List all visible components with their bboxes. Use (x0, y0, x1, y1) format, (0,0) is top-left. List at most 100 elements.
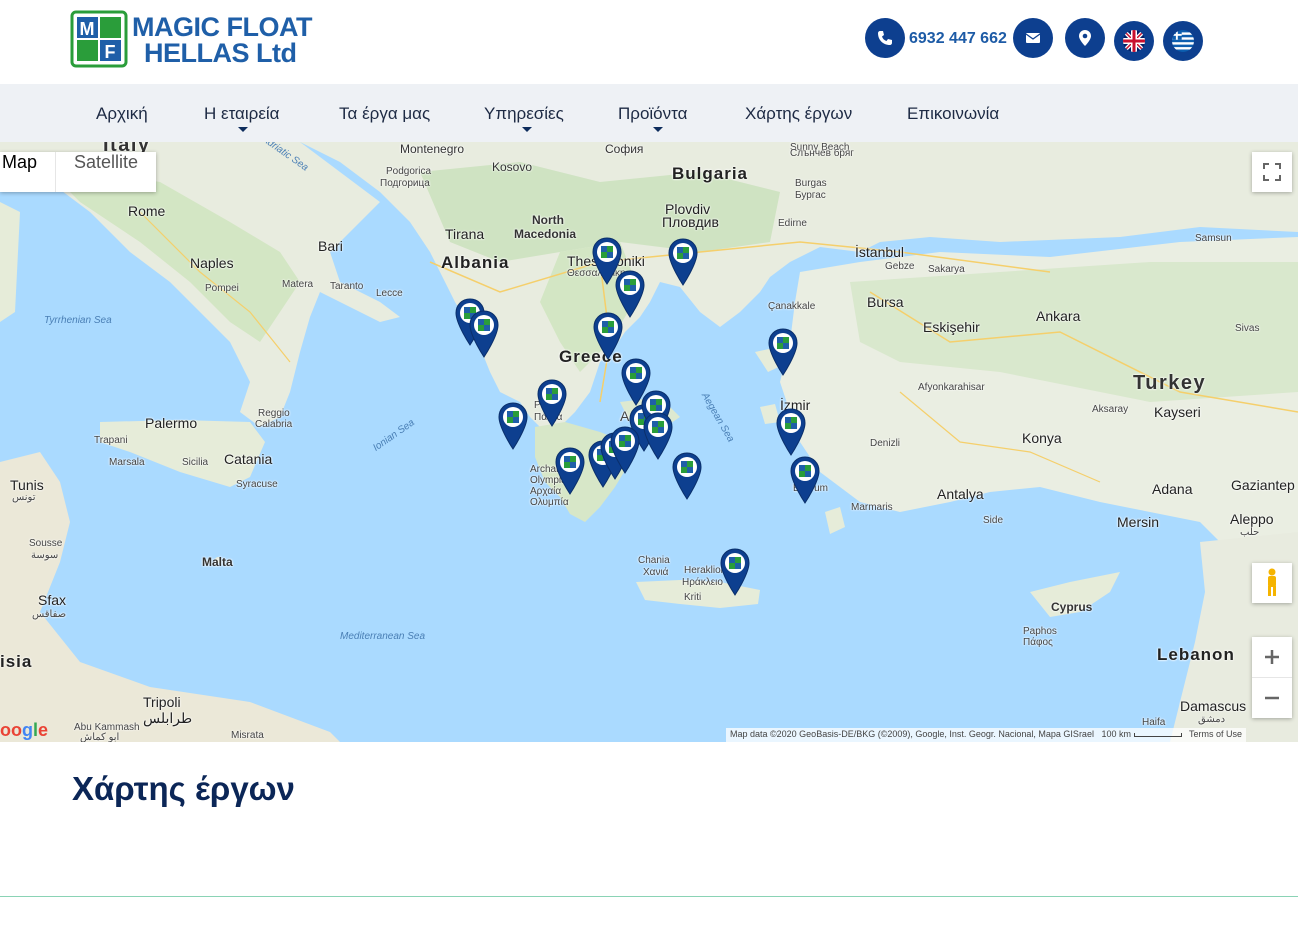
english-language-button[interactable] (1114, 21, 1154, 61)
map-label: Sousse (29, 538, 63, 549)
nav-item-projects[interactable]: Τα έργα μας (339, 104, 430, 124)
map-label: Слънчев бряг (790, 148, 854, 159)
chevron-down-icon (653, 127, 663, 132)
site-header: M F MAGIC FLOAT HELLAS Ltd 6932 447 662 (0, 0, 1298, 84)
minus-icon (1265, 696, 1279, 699)
map-label: Çanakkale (768, 301, 816, 312)
map-label: Bari (318, 238, 343, 254)
map-label: Подгорица (380, 178, 430, 189)
greek-language-button[interactable] (1163, 21, 1203, 61)
map-label: Bursa (867, 294, 904, 310)
map-label: Bulgaria (672, 164, 749, 183)
envelope-icon (1026, 33, 1040, 43)
map-marker-icon (615, 270, 645, 318)
map-type-satellite-button[interactable]: Satellite (55, 152, 156, 192)
map-type-map-button[interactable]: Map (0, 152, 55, 192)
map-label: Aksaray (1092, 404, 1129, 415)
map-label: Lebanon (1157, 645, 1235, 664)
map-type-control: Map Satellite (0, 152, 157, 192)
project-marker[interactable] (469, 310, 499, 358)
map-label: Edirne (778, 218, 807, 229)
nav-item-services[interactable]: Υπηρεσίες (484, 104, 564, 124)
map-label: Montenegro (400, 142, 465, 156)
project-marker[interactable] (668, 238, 698, 286)
project-marker[interactable] (643, 412, 673, 460)
map-label: صفاقس (32, 609, 67, 620)
map-label: София (605, 142, 644, 156)
company-logo[interactable]: M F MAGIC FLOAT HELLAS Ltd (70, 10, 312, 68)
map-label: Sfax (38, 592, 67, 608)
fullscreen-icon (1263, 163, 1281, 181)
zoom-out-button[interactable] (1252, 678, 1292, 718)
project-marker[interactable] (768, 328, 798, 376)
map-marker-icon (555, 447, 585, 495)
map-label: Macedonia (514, 227, 577, 241)
nav-item-products[interactable]: Προϊόντα (618, 104, 687, 124)
section-divider (0, 896, 1298, 897)
map-label: Tunis (10, 477, 44, 493)
map-label: Paphos (1023, 626, 1057, 637)
map-marker-icon (537, 379, 567, 427)
map-label: Denizli (870, 438, 901, 449)
map-label: Cyprus (1051, 600, 1093, 614)
map-label: Chania (638, 555, 670, 566)
project-marker[interactable] (672, 452, 702, 500)
map-label: Reggio (258, 408, 290, 419)
project-marker[interactable] (790, 456, 820, 504)
nav-item-contact[interactable]: Επικοινωνία (907, 104, 999, 124)
plus-icon (1265, 650, 1279, 664)
map-label: Catania (224, 451, 273, 467)
map-label: Malta (202, 555, 233, 569)
project-marker[interactable] (720, 548, 750, 596)
map-label: Konya (1022, 430, 1062, 446)
fullscreen-button[interactable] (1252, 152, 1292, 192)
project-marker[interactable] (776, 408, 806, 456)
nav-item-projects-map[interactable]: Χάρτης έργων (745, 104, 852, 124)
map-label: Ολυμπία (530, 497, 569, 508)
map-label: Mediterranean Sea (340, 631, 426, 642)
phone-button[interactable] (865, 18, 905, 58)
terms-link[interactable]: Terms of Use (1189, 729, 1242, 739)
map-label: Trapani (94, 435, 128, 446)
map-label: سوسة (31, 550, 59, 561)
project-marker[interactable] (610, 426, 640, 474)
map-label: Gebze (885, 261, 915, 272)
street-view-button[interactable] (1252, 563, 1292, 603)
map-label: حلب (1240, 527, 1260, 538)
map-label: Lecce (376, 288, 403, 299)
email-button[interactable] (1013, 18, 1053, 58)
map-label: ابو كماش (80, 732, 120, 742)
logo-mark-icon: M F (70, 10, 128, 68)
map-label: Side (983, 515, 1004, 526)
map-label: isia (0, 652, 33, 671)
map-label: Sivas (1235, 323, 1260, 334)
map-marker-icon (469, 310, 499, 358)
phone-number[interactable]: 6932 447 662 (909, 30, 1007, 48)
map-label: Taranto (330, 281, 364, 292)
map-label: A (620, 408, 630, 424)
main-navigation: Αρχική Η εταιρεία Τα έργα μας Υπηρεσίες … (0, 84, 1298, 142)
projects-map[interactable]: Italy Montenegro Kosovo София Bulgaria P… (0, 142, 1298, 742)
map-label: Eskişehir (923, 319, 980, 335)
project-marker[interactable] (615, 270, 645, 318)
project-marker[interactable] (537, 379, 567, 427)
zoom-in-button[interactable] (1252, 638, 1292, 678)
map-label: Sicilia (182, 457, 209, 468)
map-label: Albania (441, 253, 510, 272)
project-marker[interactable] (593, 312, 623, 360)
page-title: Χάρτης έργων (72, 770, 295, 807)
map-label: Aleppo (1230, 511, 1274, 527)
map-label: Пловдив (662, 214, 719, 230)
nav-item-home[interactable]: Αρχική (96, 104, 148, 124)
map-marker-icon (498, 402, 528, 450)
location-button[interactable] (1065, 18, 1105, 58)
nav-item-company[interactable]: Η εταιρεία (204, 104, 280, 124)
map-label: Χανιά (643, 567, 669, 578)
google-logo[interactable]: oogle (0, 720, 48, 741)
project-marker[interactable] (555, 447, 585, 495)
map-label: Haifa (1142, 717, 1166, 728)
project-marker[interactable] (498, 402, 528, 450)
chevron-down-icon (522, 127, 532, 132)
map-label: Marmaris (851, 502, 893, 513)
map-marker-icon (776, 408, 806, 456)
